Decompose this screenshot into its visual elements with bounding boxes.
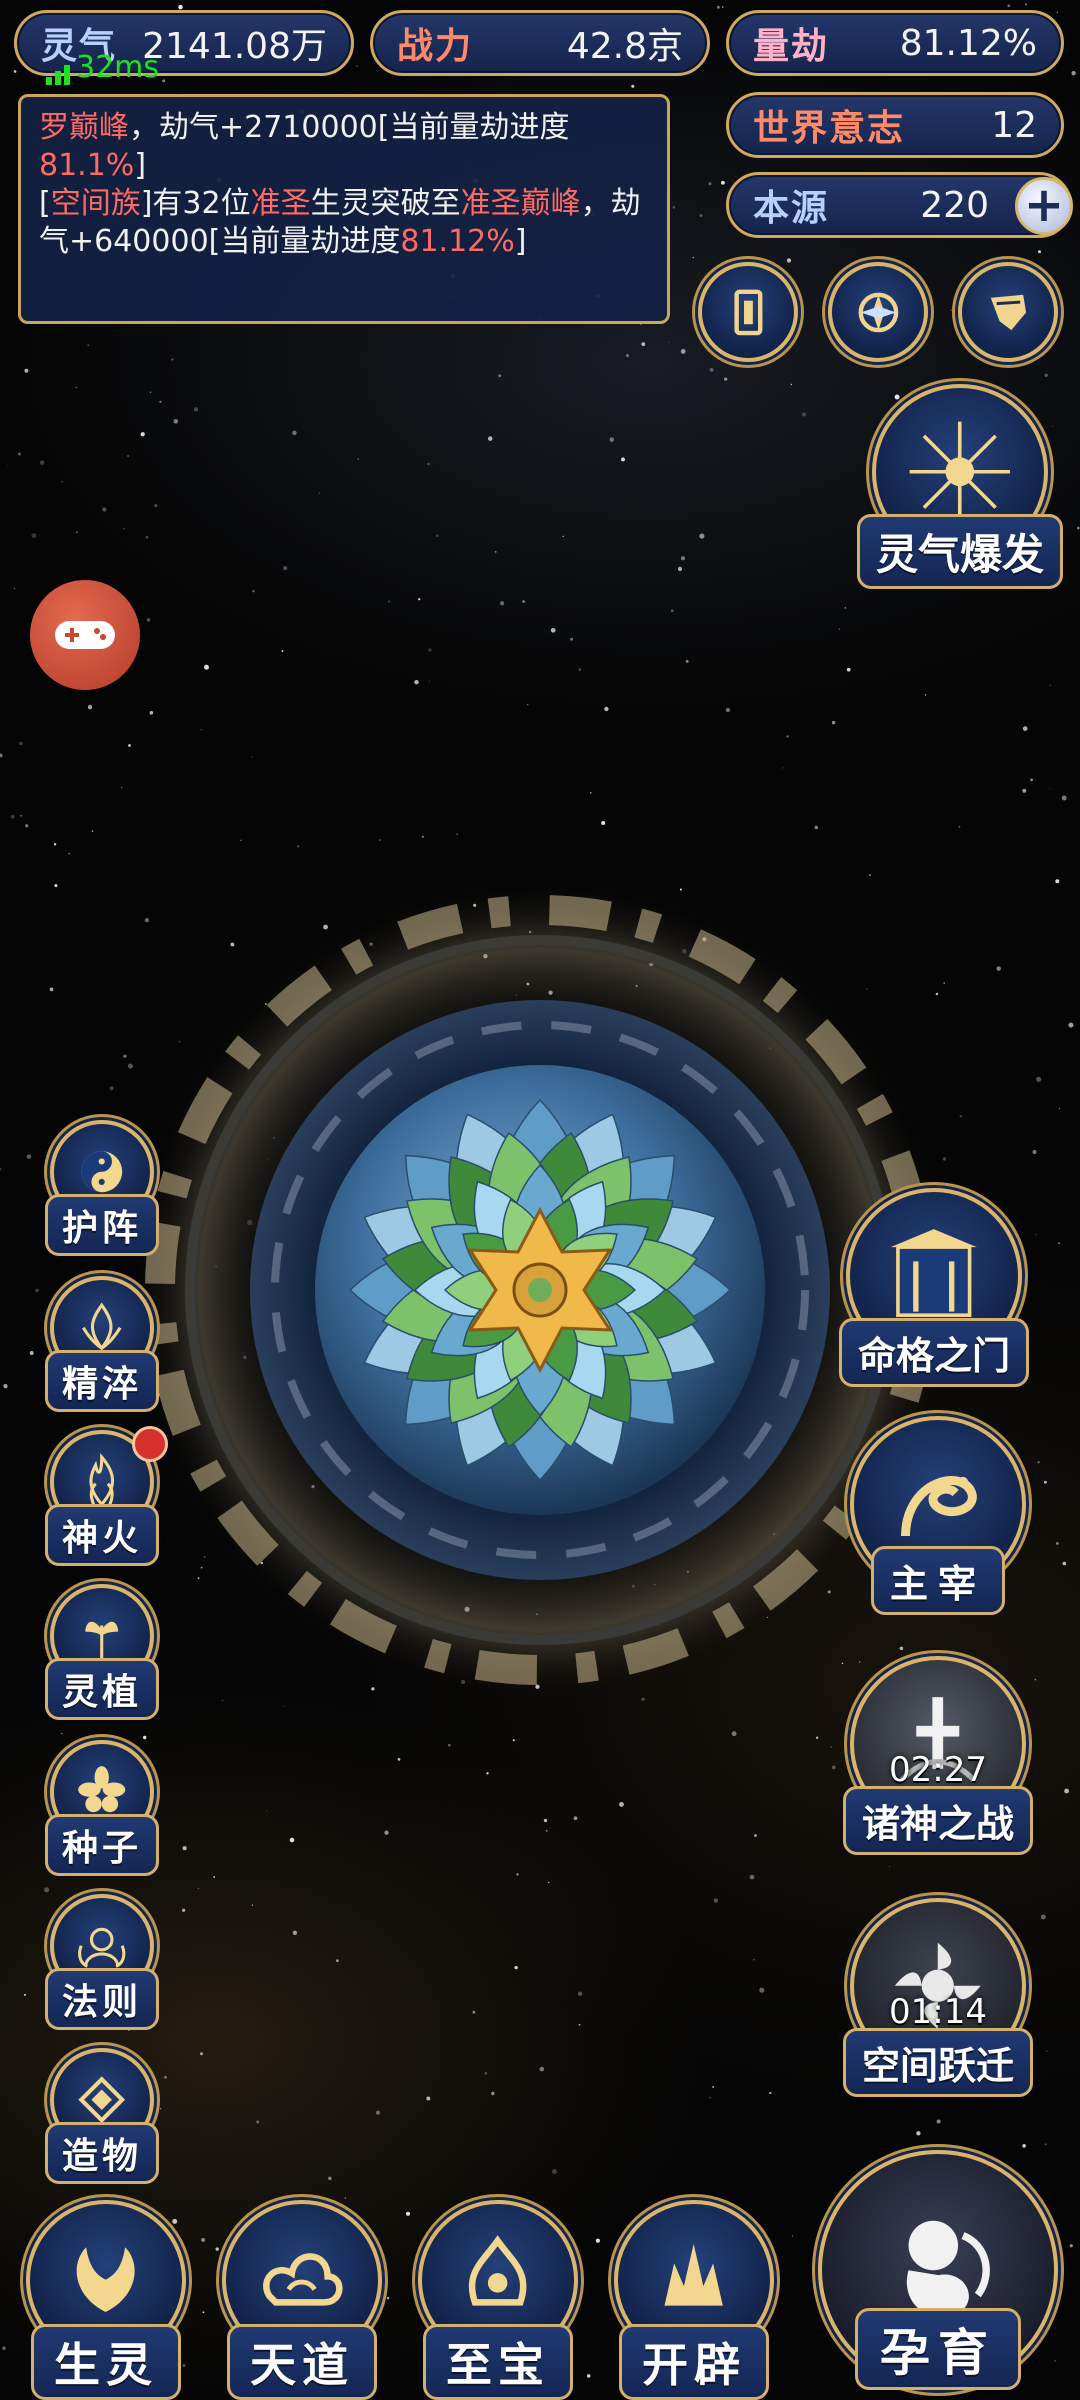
treasure-label: 至宝 [423,2324,573,2400]
msg-text: ，劫气+2710000[当前量劫进度 [129,110,570,145]
fate-gate-button[interactable]: 命格之门 [834,1188,1034,1388]
card-icon[interactable] [698,262,798,362]
space-jump-button[interactable]: 01:14 空间跃迁 [838,1898,1038,2098]
calamity-value: 81.12% [899,22,1037,64]
gamepad-float-button[interactable] [30,580,140,690]
msg-tail: ] [514,224,527,259]
sovereign-label: 主宰 [870,1546,1006,1615]
sovereign-button[interactable]: 主宰 [838,1416,1038,1616]
msg-rank: 准圣 [250,186,311,221]
world-will-pill[interactable]: 世界意志 12 [726,92,1064,158]
heaven-way-button[interactable]: 天道 [212,2200,392,2400]
power-pill[interactable]: 战力 42.8京 [370,10,710,76]
power-label: 战力 [397,26,474,67]
msg-name: 罗巅峰 [39,110,129,145]
signal-icon [46,63,70,85]
msg-tail: ] [134,148,147,183]
lingqi-value: 2141.08万 [142,26,327,67]
space-jump-timer: 01:14 [889,1992,987,2032]
msg-progress: 81.1% [39,148,135,183]
left-menu-button[interactable]: 精淬 [40,1276,164,1416]
gods-war-timer: 02:27 [889,1750,987,1790]
msg-rank: 准圣巅峰 [460,186,581,221]
burst-label: 灵气爆发 [856,514,1064,589]
gods-war-label: 诸神之战 [842,1786,1034,1855]
world-will-value: 12 [991,104,1037,146]
msg-text: ]有32位 [140,186,251,221]
ping-indicator: 32ms [46,50,159,85]
gamepad-icon [55,621,115,649]
left-menu-label: 护阵 [44,1194,160,1256]
origin-label: 本源 [753,188,830,229]
msg-progress: 81.12% [400,224,515,259]
left-menu-label: 法则 [44,1968,160,2030]
left-menu-label: 灵植 [44,1658,160,1720]
left-menu-button[interactable]: 造物 [40,2048,164,2188]
genesis-button[interactable]: 开辟 [604,2200,784,2400]
left-menu-label: 精淬 [44,1350,160,1412]
scroll-icon[interactable] [958,262,1058,362]
space-jump-label: 空间跃迁 [842,2028,1034,2097]
left-menu-label: 造物 [44,2122,160,2184]
world-will-label: 世界意志 [753,108,906,149]
msg-prefix: [ [39,186,51,221]
left-menu-label: 种子 [44,1814,160,1876]
burst-button[interactable]: 灵气爆发 [856,384,1064,589]
left-menu-button[interactable]: 护阵 [40,1120,164,1260]
vortex-icon[interactable] [828,262,928,362]
gods-war-button[interactable]: 02:27 诸神之战 [838,1656,1038,1856]
notification-badge [132,1426,168,1462]
msg-text: 生灵突破至 [310,186,461,221]
event-log: 罗巅峰，劫气+2710000[当前量劫进度81.1%] [空间族]有32位准圣生… [18,94,670,324]
breed-label: 孕育 [855,2308,1021,2390]
left-menu-button[interactable]: 种子 [40,1740,164,1880]
creatures-button[interactable]: 生灵 [16,2200,196,2400]
event-log-line: 罗巅峰，劫气+2710000[当前量劫进度81.1%] [39,109,649,185]
left-menu-button[interactable]: 法则 [40,1894,164,2034]
treasure-button[interactable]: 至宝 [408,2200,588,2400]
calamity-pill[interactable]: 量劫 81.12% [726,10,1064,76]
ping-value: 32ms [76,50,160,85]
fate-gate-label: 命格之门 [838,1318,1030,1387]
origin-pill[interactable]: 本源 220 + [726,172,1073,238]
breed-button[interactable]: 孕育 [818,2150,1058,2390]
left-menu-button[interactable]: 灵植 [40,1584,164,1724]
creatures-label: 生灵 [31,2324,181,2400]
genesis-label: 开辟 [619,2324,769,2400]
origin-value: 220 [920,184,989,226]
left-menu-label: 神火 [44,1504,160,1566]
heaven-way-label: 天道 [227,2324,377,2400]
left-menu-button[interactable]: 神火 [40,1426,168,1570]
calamity-label: 量劫 [753,26,830,67]
add-origin-button[interactable]: + [1015,177,1073,235]
power-value: 42.8京 [566,26,683,67]
msg-faction: 空间族 [50,186,141,221]
event-log-line: [空间族]有32位准圣生灵突破至准圣巅峰，劫气+640000[当前量劫进度81.… [39,185,649,261]
